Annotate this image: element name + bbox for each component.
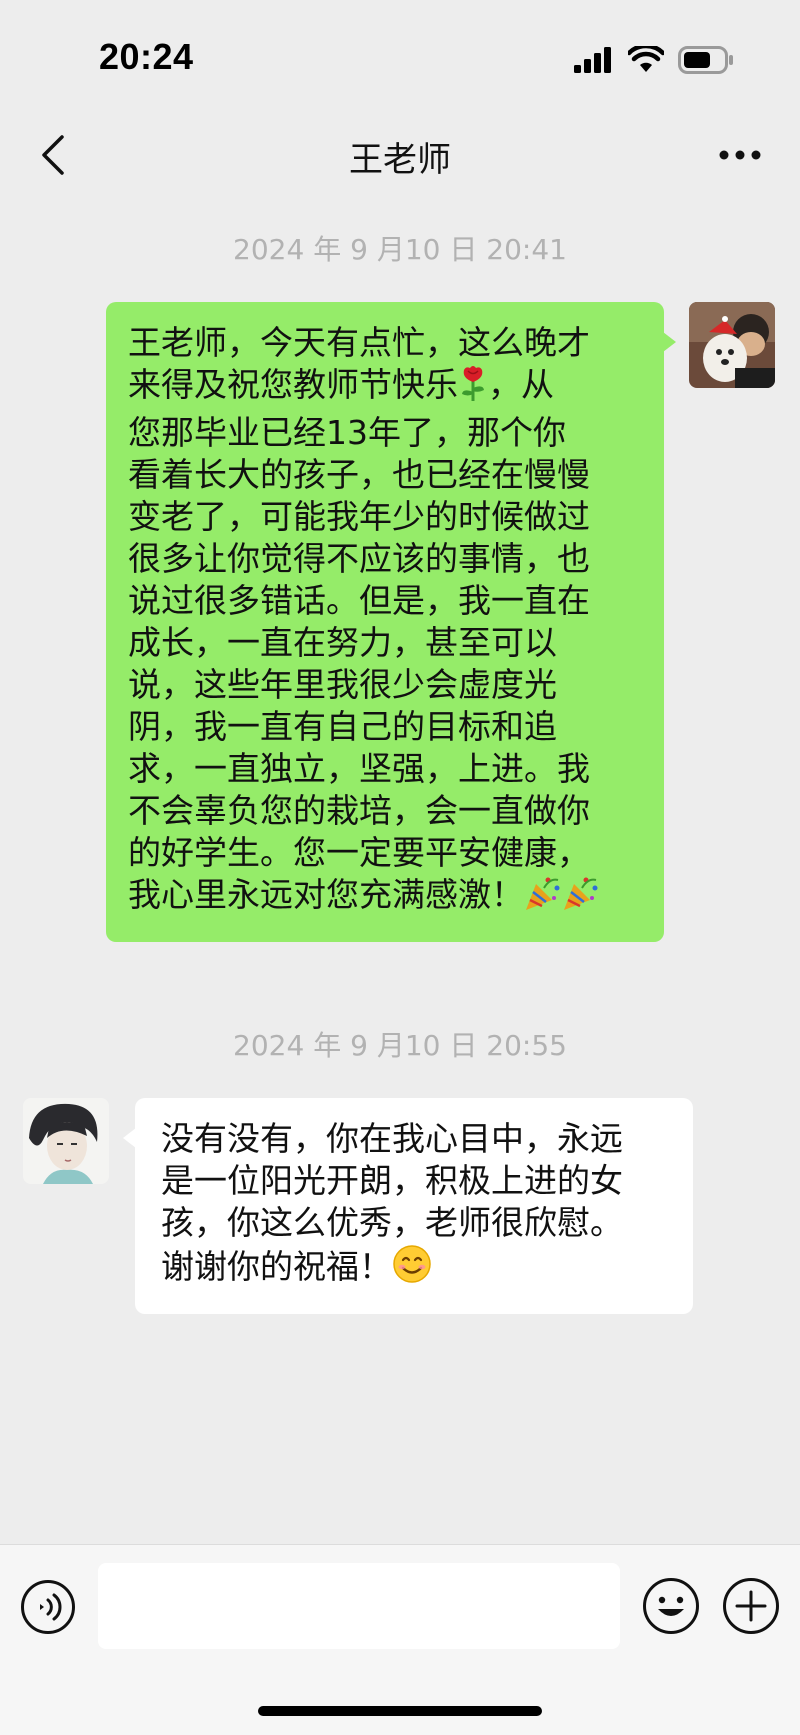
plus-button[interactable] bbox=[722, 1577, 780, 1635]
status-time: 20:24 bbox=[99, 36, 194, 77]
message-line: 谢谢你的祝福！ bbox=[161, 1244, 667, 1294]
bubble-tail bbox=[663, 332, 676, 352]
message-line: 成长，一直在努力，甚至可以 bbox=[128, 623, 557, 662]
rose-emoji bbox=[458, 364, 488, 412]
message-line: 您那毕业已经13年了，那个你 bbox=[128, 413, 566, 452]
message-text: 谢谢你的祝福！ bbox=[161, 1247, 392, 1286]
party-popper-emoji bbox=[562, 874, 600, 922]
signal-icon bbox=[574, 47, 611, 73]
status-bar: 20:24 bbox=[0, 0, 800, 110]
avatar-photo bbox=[689, 302, 775, 388]
party-popper-emoji bbox=[524, 874, 562, 922]
message-line: 没有没有，你在我心目中，永远 bbox=[161, 1119, 623, 1158]
message-line: 不会辜负您的栽培，会一直做你 bbox=[128, 791, 590, 830]
message-text: 我心里永远对您充满感激！ bbox=[128, 875, 524, 914]
voice-button[interactable] bbox=[20, 1579, 76, 1635]
message-bubble-incoming[interactable]: 没有没有，你在我心目中，永远 是一位阳光开朗，积极上进的女 孩，你这么优秀，老师… bbox=[123, 1098, 693, 1314]
message-line: 是一位阳光开朗，积极上进的女 bbox=[161, 1161, 623, 1200]
message-line: 很多让你觉得不应该的事情，也 bbox=[128, 539, 590, 578]
message-line: 变老了，可能我年少的时候做过 bbox=[128, 497, 590, 536]
message-bubble-outgoing[interactable]: 王老师，今天有点忙，这么晚才 来得及祝您教师节快乐 ，从 您那毕业已经13年了，那… bbox=[106, 302, 676, 942]
nav-bar: 王老师 bbox=[0, 110, 800, 200]
emoji-icon bbox=[643, 1578, 699, 1634]
message-line: 说，这些年里我很少会虚度光 bbox=[128, 665, 557, 704]
contact-avatar[interactable] bbox=[23, 1098, 109, 1184]
battery-icon bbox=[678, 46, 733, 74]
my-avatar[interactable] bbox=[689, 302, 775, 388]
message-text: ，从 bbox=[488, 365, 554, 404]
chat-title: 王老师 bbox=[349, 140, 451, 180]
avatar-illustration bbox=[23, 1098, 109, 1184]
plus-icon bbox=[723, 1578, 779, 1634]
voice-icon bbox=[21, 1580, 75, 1634]
message-line: 王老师，今天有点忙，这么晚才 bbox=[128, 323, 590, 362]
message-text: 来得及祝您教师节快乐 bbox=[128, 365, 458, 404]
more-button[interactable] bbox=[710, 130, 770, 180]
status-icons bbox=[574, 40, 734, 80]
more-dots-icon bbox=[719, 150, 761, 160]
message-line: 看着长大的孩子，也已经在慢慢 bbox=[128, 455, 590, 494]
home-indicator bbox=[258, 1706, 542, 1716]
smiling-face-emoji bbox=[392, 1244, 432, 1294]
message-line: 我心里永远对您充满感激！ bbox=[128, 874, 642, 922]
message-timestamp: 2024 年 9 月10 日 20:55 bbox=[233, 1029, 567, 1062]
message-line: 孩，你这么优秀，老师很欣慰。 bbox=[161, 1203, 623, 1242]
message-line: 阴，我一直有自己的目标和追 bbox=[128, 707, 557, 746]
wifi-icon bbox=[628, 46, 664, 72]
input-bar bbox=[0, 1544, 800, 1735]
message-timestamp: 2024 年 9 月10 日 20:41 bbox=[233, 233, 567, 266]
message-line: 说过很多错话。但是，我一直在 bbox=[128, 581, 590, 620]
message-input[interactable] bbox=[98, 1563, 620, 1649]
message-line: 的好学生。您一定要平安健康， bbox=[128, 833, 590, 872]
bubble-tail bbox=[123, 1128, 136, 1148]
emoji-button[interactable] bbox=[642, 1577, 700, 1635]
message-line: 来得及祝您教师节快乐 ，从 bbox=[128, 364, 642, 412]
message-line: 求，一直独立，坚强，上进。我 bbox=[128, 749, 590, 788]
